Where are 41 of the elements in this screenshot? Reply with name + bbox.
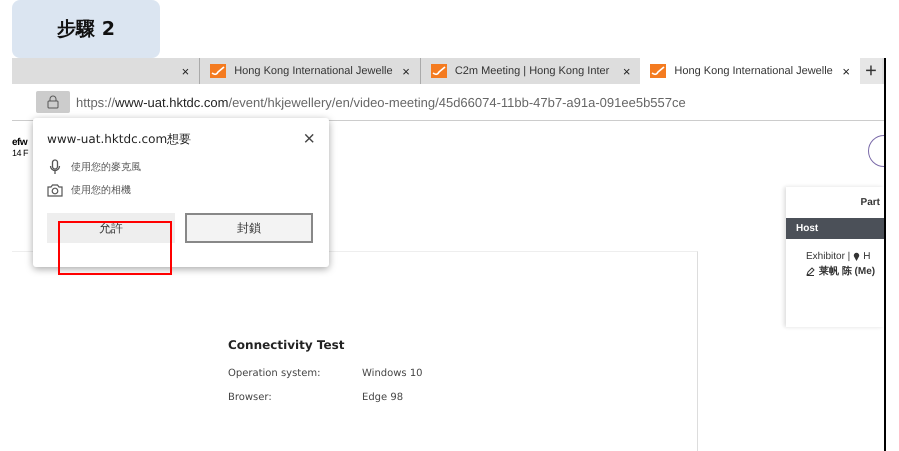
- allow-button[interactable]: 允許: [47, 213, 175, 243]
- location-text: H: [863, 251, 871, 262]
- camera-icon: [47, 183, 63, 197]
- pencil-icon[interactable]: [806, 266, 815, 276]
- info-label: Operation system:: [228, 368, 322, 379]
- tab-title: C2m Meeting | Hong Kong Inter: [454, 65, 610, 77]
- microphone-icon: [49, 159, 61, 175]
- close-icon[interactable]: ×: [842, 64, 850, 78]
- browser-tab[interactable]: ×: [172, 58, 200, 84]
- lock-button[interactable]: [36, 91, 70, 113]
- close-icon[interactable]: ×: [622, 64, 630, 78]
- info-label: Browser:: [228, 392, 273, 403]
- meeting-date: 14 F: [12, 148, 28, 158]
- tab-title: Hong Kong International Jewelle: [234, 65, 394, 77]
- meeting-title: efw: [12, 137, 28, 148]
- browser-tab[interactable]: C2m Meeting | Hong Kong Inter ×: [420, 58, 640, 84]
- tab-title: Hong Kong International Jewelle: [674, 65, 834, 77]
- close-icon[interactable]: ×: [402, 64, 410, 78]
- lock-icon: [47, 95, 59, 109]
- browser-tab[interactable]: Hong Kong International Jewelle ×: [199, 58, 420, 84]
- block-button[interactable]: 封鎖: [185, 213, 313, 243]
- location-pin-icon: [853, 252, 860, 261]
- close-icon[interactable]: ×: [182, 64, 190, 78]
- logo-icon: [430, 64, 447, 78]
- logo-icon: [210, 64, 226, 78]
- section-title: Connectivity Test: [228, 338, 346, 352]
- browser-tab[interactable]: Hong Kong International Jewelle ×: [640, 58, 860, 84]
- new-tab-button[interactable]: +: [860, 58, 882, 84]
- dialog-title: www-uat.hktdc.com想要: [47, 131, 192, 148]
- url-text[interactable]: https://www-uat.hktdc.com/event/hkjewellery/en/video-meeting/45d66074-11bb-47b7-a91a-091ee5b557ce: [76, 94, 686, 110]
- permission-label: 使用您的相機: [71, 184, 131, 197]
- participant-name: 莱帆 陈 (Me): [819, 264, 876, 278]
- permission-label: 使用您的麥克風: [71, 160, 141, 174]
- logo-icon: [650, 64, 666, 78]
- info-value: Edge 98: [362, 392, 404, 403]
- info-value: Windows 10: [362, 368, 424, 379]
- close-button[interactable]: ×: [303, 128, 315, 151]
- panel-title: Part: [860, 196, 881, 210]
- section-header: Host: [786, 218, 884, 239]
- step-label: 步驟 2: [12, 0, 160, 58]
- role-text: Exhibitor |: [806, 251, 850, 262]
